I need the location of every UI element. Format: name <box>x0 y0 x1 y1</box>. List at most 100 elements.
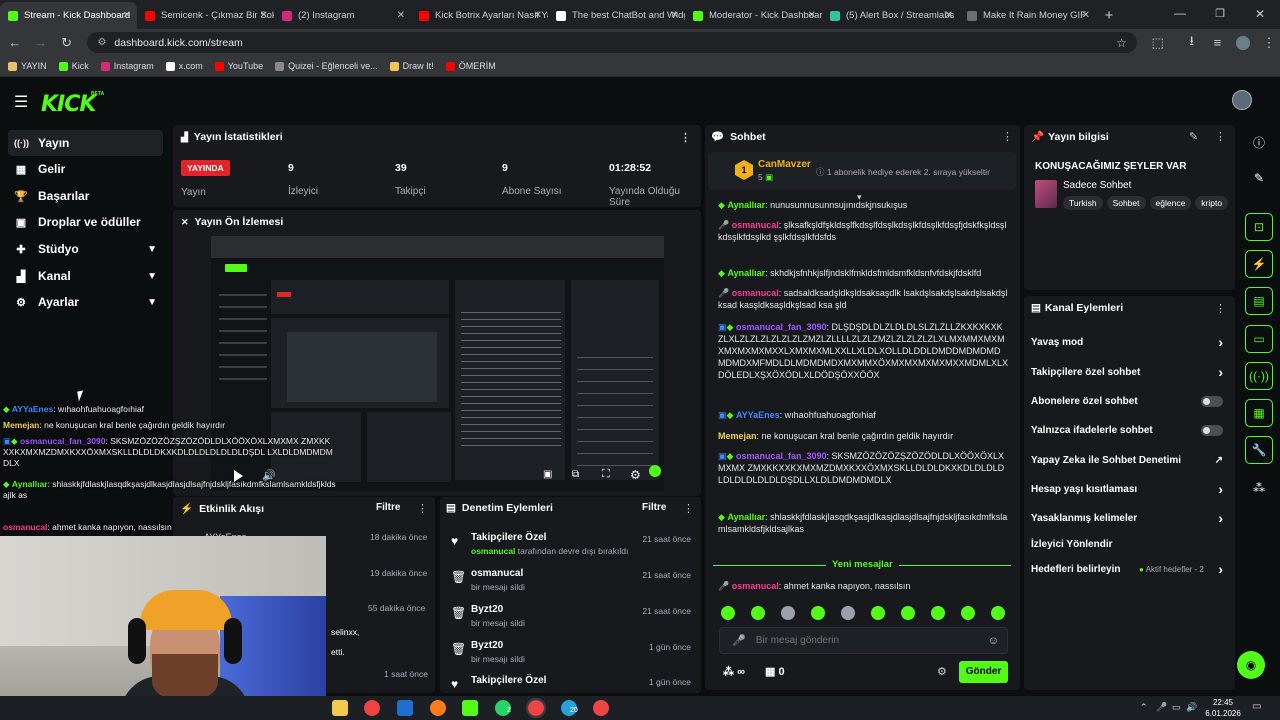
emote-icon[interactable] <box>781 606 795 620</box>
chat-bubble-icon[interactable]: ▭ <box>1245 325 1273 353</box>
firefox-icon[interactable] <box>430 700 446 716</box>
tab-moderator[interactable]: Moderator - Kick Dashboard ✕ <box>685 2 822 29</box>
browser-menu-icon[interactable]: ⋮ <box>1258 32 1280 54</box>
screenshot-icon[interactable]: ⊡ <box>1245 213 1273 241</box>
emote-icon[interactable] <box>811 606 825 620</box>
wrench-icon[interactable]: 🔧 <box>1245 436 1273 464</box>
more-options-icon[interactable]: ⋮ <box>1215 302 1226 315</box>
more-options-icon[interactable]: ⋮ <box>683 502 694 515</box>
more-options-icon[interactable]: ⋮ <box>1002 130 1013 143</box>
info-icon[interactable]: ⓘ <box>1245 128 1273 156</box>
chat-username[interactable]: osmanucal_fan_3090 <box>736 322 827 332</box>
edit-icon[interactable]: ✎ <box>1189 130 1198 143</box>
moderation-filter-button[interactable]: Filtre <box>642 502 666 513</box>
action-host[interactable]: İzleyici Yönlendir <box>1031 533 1229 555</box>
bookmark-x[interactable]: x.com <box>165 61 203 71</box>
chrome-active-icon[interactable] <box>526 698 546 718</box>
bookmark-drawit[interactable]: Draw It! <box>389 61 434 71</box>
sidebar-item-gelir[interactable]: ▦ Gelir <box>8 156 163 182</box>
chat-username[interactable]: AYYaEnes <box>736 410 780 420</box>
emote-icon[interactable] <box>961 606 975 620</box>
emote-icon[interactable] <box>901 606 915 620</box>
pinned-user[interactable]: CanMavzer <box>758 159 811 170</box>
chat-username[interactable]: osmanucal <box>732 288 779 298</box>
chat-username[interactable]: osmanucal_fan_3090 <box>736 451 827 461</box>
tab-semicenk[interactable]: Semicenk - Çıkmaz Bir Sokak✕ <box>137 2 274 29</box>
back-icon[interactable]: ← <box>4 32 26 54</box>
volume-tray-icon[interactable]: 🔊 <box>1186 702 1197 713</box>
bookmark-kick[interactable]: Kick <box>58 61 89 71</box>
tab-kick-dashboard[interactable]: Stream - Kick Dashboard ✕ <box>0 2 137 29</box>
emote-icon[interactable] <box>871 606 885 620</box>
site-info-icon[interactable]: ⚙ <box>97 37 106 48</box>
reload-icon[interactable]: ↻ <box>56 32 78 54</box>
forward-icon[interactable]: → <box>30 32 52 54</box>
fullscreen-icon[interactable]: ⛶ <box>602 468 610 481</box>
bookmark-omerim[interactable]: ÖMERİM <box>445 61 496 71</box>
bookmark-star-icon[interactable]: ☆ <box>1116 36 1127 50</box>
emote-icon[interactable] <box>841 606 855 620</box>
tab-streamlabs[interactable]: (5) Alert Box / Streamlabs ✕ <box>822 2 959 29</box>
activity-filter-button[interactable]: Filtre <box>376 502 400 513</box>
cluster-icon[interactable]: ⁂ <box>1245 474 1273 502</box>
bookmark-yayin[interactable]: YAYIN <box>8 61 47 71</box>
action-goals[interactable]: Hedefleri belirleyin ● Aktif hedefler - 2… <box>1031 558 1229 580</box>
theater-icon[interactable]: ⧉ <box>572 469 579 480</box>
sidebar-item-ayarlar[interactable]: ⚙ Ayarlar ▼ <box>8 289 163 315</box>
extensions-icon[interactable]: ⬚ <box>1147 32 1169 54</box>
support-chat-icon[interactable]: ◉ <box>1237 651 1265 679</box>
bookmark-instagram[interactable]: Instagram <box>100 61 154 71</box>
emote-icon[interactable] <box>751 606 765 620</box>
chat-username[interactable]: Aynallıar <box>727 268 765 278</box>
emoji-picker-icon[interactable]: ☺ <box>988 635 999 647</box>
tray-clock[interactable]: 22:45 6.01.2026 <box>1203 697 1243 719</box>
bookmark-quizei[interactable]: Quizei - Eğlenceli ve... <box>275 61 378 71</box>
tab-chatbot[interactable]: The best ChatBot and Widgets✕ <box>548 2 685 29</box>
notification-icon[interactable]: ▭ <box>1252 701 1261 712</box>
tab-close-icon[interactable]: ✕ <box>671 10 679 21</box>
tag[interactable]: kripto <box>1195 196 1229 210</box>
tab-botrix[interactable]: Kick Botrix Ayarları Nasıl Yapılır✕ <box>411 2 548 29</box>
row-user[interactable]: osmanucal <box>471 546 515 556</box>
action-slow-mode[interactable]: Yavaş mod › <box>1031 331 1229 353</box>
chrome-profile-icon[interactable] <box>593 700 609 716</box>
new-tab-button[interactable]: + <box>1096 2 1122 29</box>
tab-close-icon[interactable]: ✕ <box>534 10 542 21</box>
tab-close-icon[interactable]: ✕ <box>1082 10 1090 21</box>
sidebar-item-studyo[interactable]: ✚ Stüdyo ▼ <box>8 236 163 262</box>
chat-username[interactable]: osmanucal <box>732 581 779 591</box>
send-button[interactable]: Gönder <box>959 661 1008 683</box>
action-subscribers-only[interactable]: Abonelere özel sohbet <box>1031 390 1229 412</box>
kick-logo[interactable]: KICK <box>41 92 96 117</box>
sidebar-item-kanal[interactable]: ▟ Kanal ▼ <box>8 263 163 289</box>
hamburger-menu-icon[interactable]: ☰ <box>14 92 28 112</box>
chat-username[interactable]: osmanucal <box>732 220 779 230</box>
lightning-icon[interactable]: ⚡ <box>1245 250 1273 278</box>
sidebar-item-droplar[interactable]: ▣ Droplar ve ödüller <box>8 209 163 235</box>
outlook-icon[interactable] <box>397 700 413 716</box>
bookmark-youtube[interactable]: YouTube <box>214 61 263 71</box>
action-emotes-only[interactable]: Yalnızca ifadelerle sohbet <box>1031 419 1229 441</box>
tag[interactable]: Sohbet <box>1106 196 1146 210</box>
chrome-icon[interactable] <box>364 700 380 716</box>
channel-points[interactable]: ⁂ ∞ <box>723 665 745 678</box>
action-account-age[interactable]: Hesap yaşı kısıtlaması › <box>1031 478 1229 500</box>
url-field[interactable]: ⚙ dashboard.kick.com/stream ☆ <box>87 32 1137 53</box>
list-icon[interactable]: ▦ <box>1245 399 1273 427</box>
tag[interactable]: Turkish <box>1063 196 1103 210</box>
toggle-switch[interactable] <box>1201 424 1223 436</box>
emote-icon[interactable] <box>991 606 1005 620</box>
emote-icon[interactable] <box>931 606 945 620</box>
tab-close-icon[interactable]: ✕ <box>123 10 131 21</box>
toggle-switch[interactable] <box>1201 395 1223 407</box>
emote-icon[interactable] <box>721 606 735 620</box>
tray-chevron-icon[interactable]: ⌃ <box>1140 702 1148 713</box>
action-followers-only[interactable]: Takipçilere özel sohbet › <box>1031 361 1229 383</box>
profile-avatar[interactable] <box>1232 32 1254 54</box>
tab-close-icon[interactable]: ✕ <box>808 10 816 21</box>
network-icon[interactable]: ▭ <box>1172 702 1181 713</box>
media-icon[interactable]: ≡ <box>1207 32 1229 54</box>
tab-close-icon[interactable]: ✕ <box>945 10 953 21</box>
edit-icon[interactable]: ✎ <box>1245 164 1273 192</box>
category-name[interactable]: Sadece Sohbet <box>1063 180 1131 191</box>
